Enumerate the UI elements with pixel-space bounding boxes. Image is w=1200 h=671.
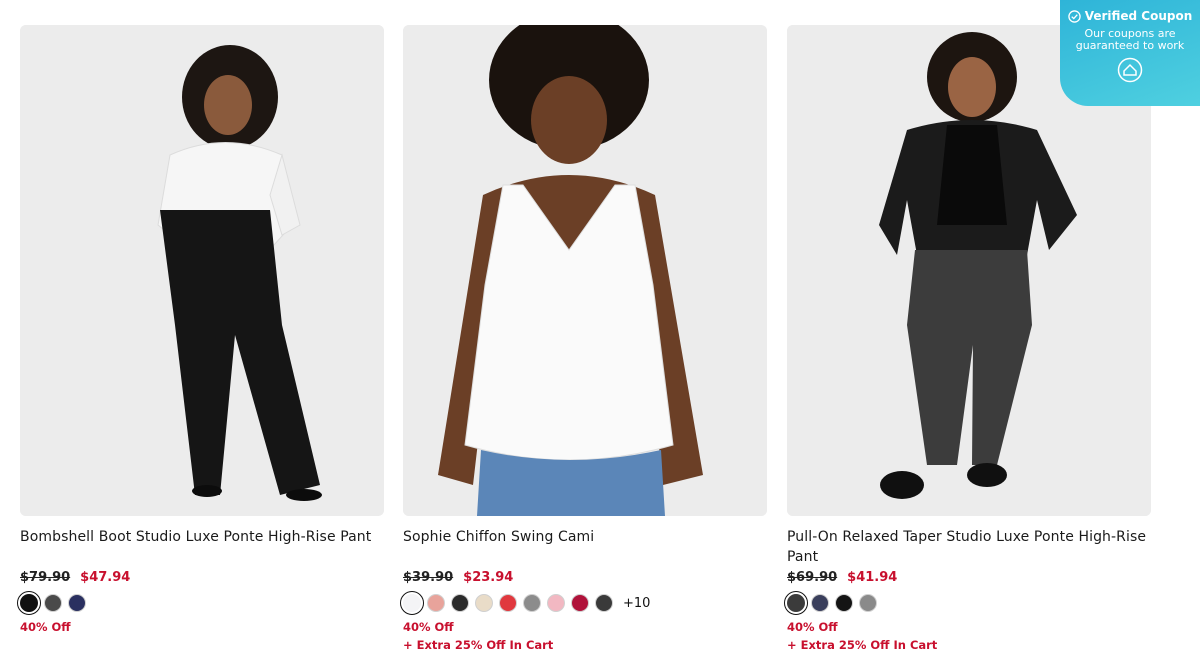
product-card[interactable]: Bombshell Boot Studio Luxe Ponte High-Ri…: [17, 25, 384, 636]
color-swatch[interactable]: [835, 594, 853, 612]
color-swatch[interactable]: [811, 594, 829, 612]
product-image[interactable]: [403, 25, 767, 516]
color-swatches: +10: [400, 591, 767, 615]
sale-price: $23.94: [463, 570, 514, 585]
product-card[interactable]: Pull-On Relaxed Taper Studio Luxe Ponte …: [784, 25, 1151, 654]
verified-coupon-badge[interactable]: Verified Coupon Our coupons are guarante…: [1060, 0, 1200, 106]
color-swatch[interactable]: [499, 594, 517, 612]
more-colors-link[interactable]: +10: [623, 596, 650, 611]
price-row: $69.90 $41.94: [787, 570, 1151, 585]
color-swatch[interactable]: [595, 594, 613, 612]
color-swatch[interactable]: [451, 594, 469, 612]
color-swatch[interactable]: [859, 594, 877, 612]
color-swatches: [784, 591, 1151, 615]
coupon-title: Verified Coupon: [1084, 9, 1193, 23]
product-title[interactable]: Bombshell Boot Studio Luxe Ponte High-Ri…: [20, 527, 384, 567]
sale-price: $41.94: [847, 570, 898, 585]
sale-price: $47.94: [80, 570, 131, 585]
color-swatch[interactable]: [547, 594, 565, 612]
extra-discount-label: + Extra 25% Off In Cart: [403, 638, 554, 652]
color-swatch[interactable]: [784, 591, 808, 615]
product-image[interactable]: [20, 25, 384, 516]
product-title[interactable]: Sophie Chiffon Swing Cami: [403, 527, 767, 567]
extra-discount-label: + Extra 25% Off In Cart: [787, 638, 938, 652]
color-swatch[interactable]: [68, 594, 86, 612]
check-circle-icon: [1067, 9, 1081, 23]
product-card[interactable]: Sophie Chiffon Swing Cami $39.90 $23.94 …: [400, 25, 767, 654]
price-row: $79.90 $47.94: [20, 570, 384, 585]
color-swatch[interactable]: [44, 594, 62, 612]
product-photo: [20, 25, 384, 516]
color-swatch[interactable]: [17, 591, 41, 615]
product-title[interactable]: Pull-On Relaxed Taper Studio Luxe Ponte …: [787, 527, 1151, 567]
color-swatches: [17, 591, 384, 615]
price-row: $39.90 $23.94: [403, 570, 767, 585]
coupon-header: Verified Coupon: [1060, 9, 1200, 23]
color-swatch[interactable]: [427, 594, 445, 612]
color-swatch[interactable]: [475, 594, 493, 612]
color-swatch[interactable]: [523, 594, 541, 612]
product-photo: [403, 25, 767, 516]
color-swatch[interactable]: [400, 591, 424, 615]
discount-label: 40% Off: [20, 620, 71, 634]
color-swatch[interactable]: [571, 594, 589, 612]
original-price: $69.90: [787, 570, 838, 585]
discount-label: 40% Off: [403, 620, 454, 634]
original-price: $79.90: [20, 570, 71, 585]
discount-label: 40% Off: [787, 620, 838, 634]
coupon-subtitle: Our coupons are guaranteed to work: [1075, 27, 1185, 52]
original-price: $39.90: [403, 570, 454, 585]
shop-logo-icon: [1117, 57, 1143, 83]
